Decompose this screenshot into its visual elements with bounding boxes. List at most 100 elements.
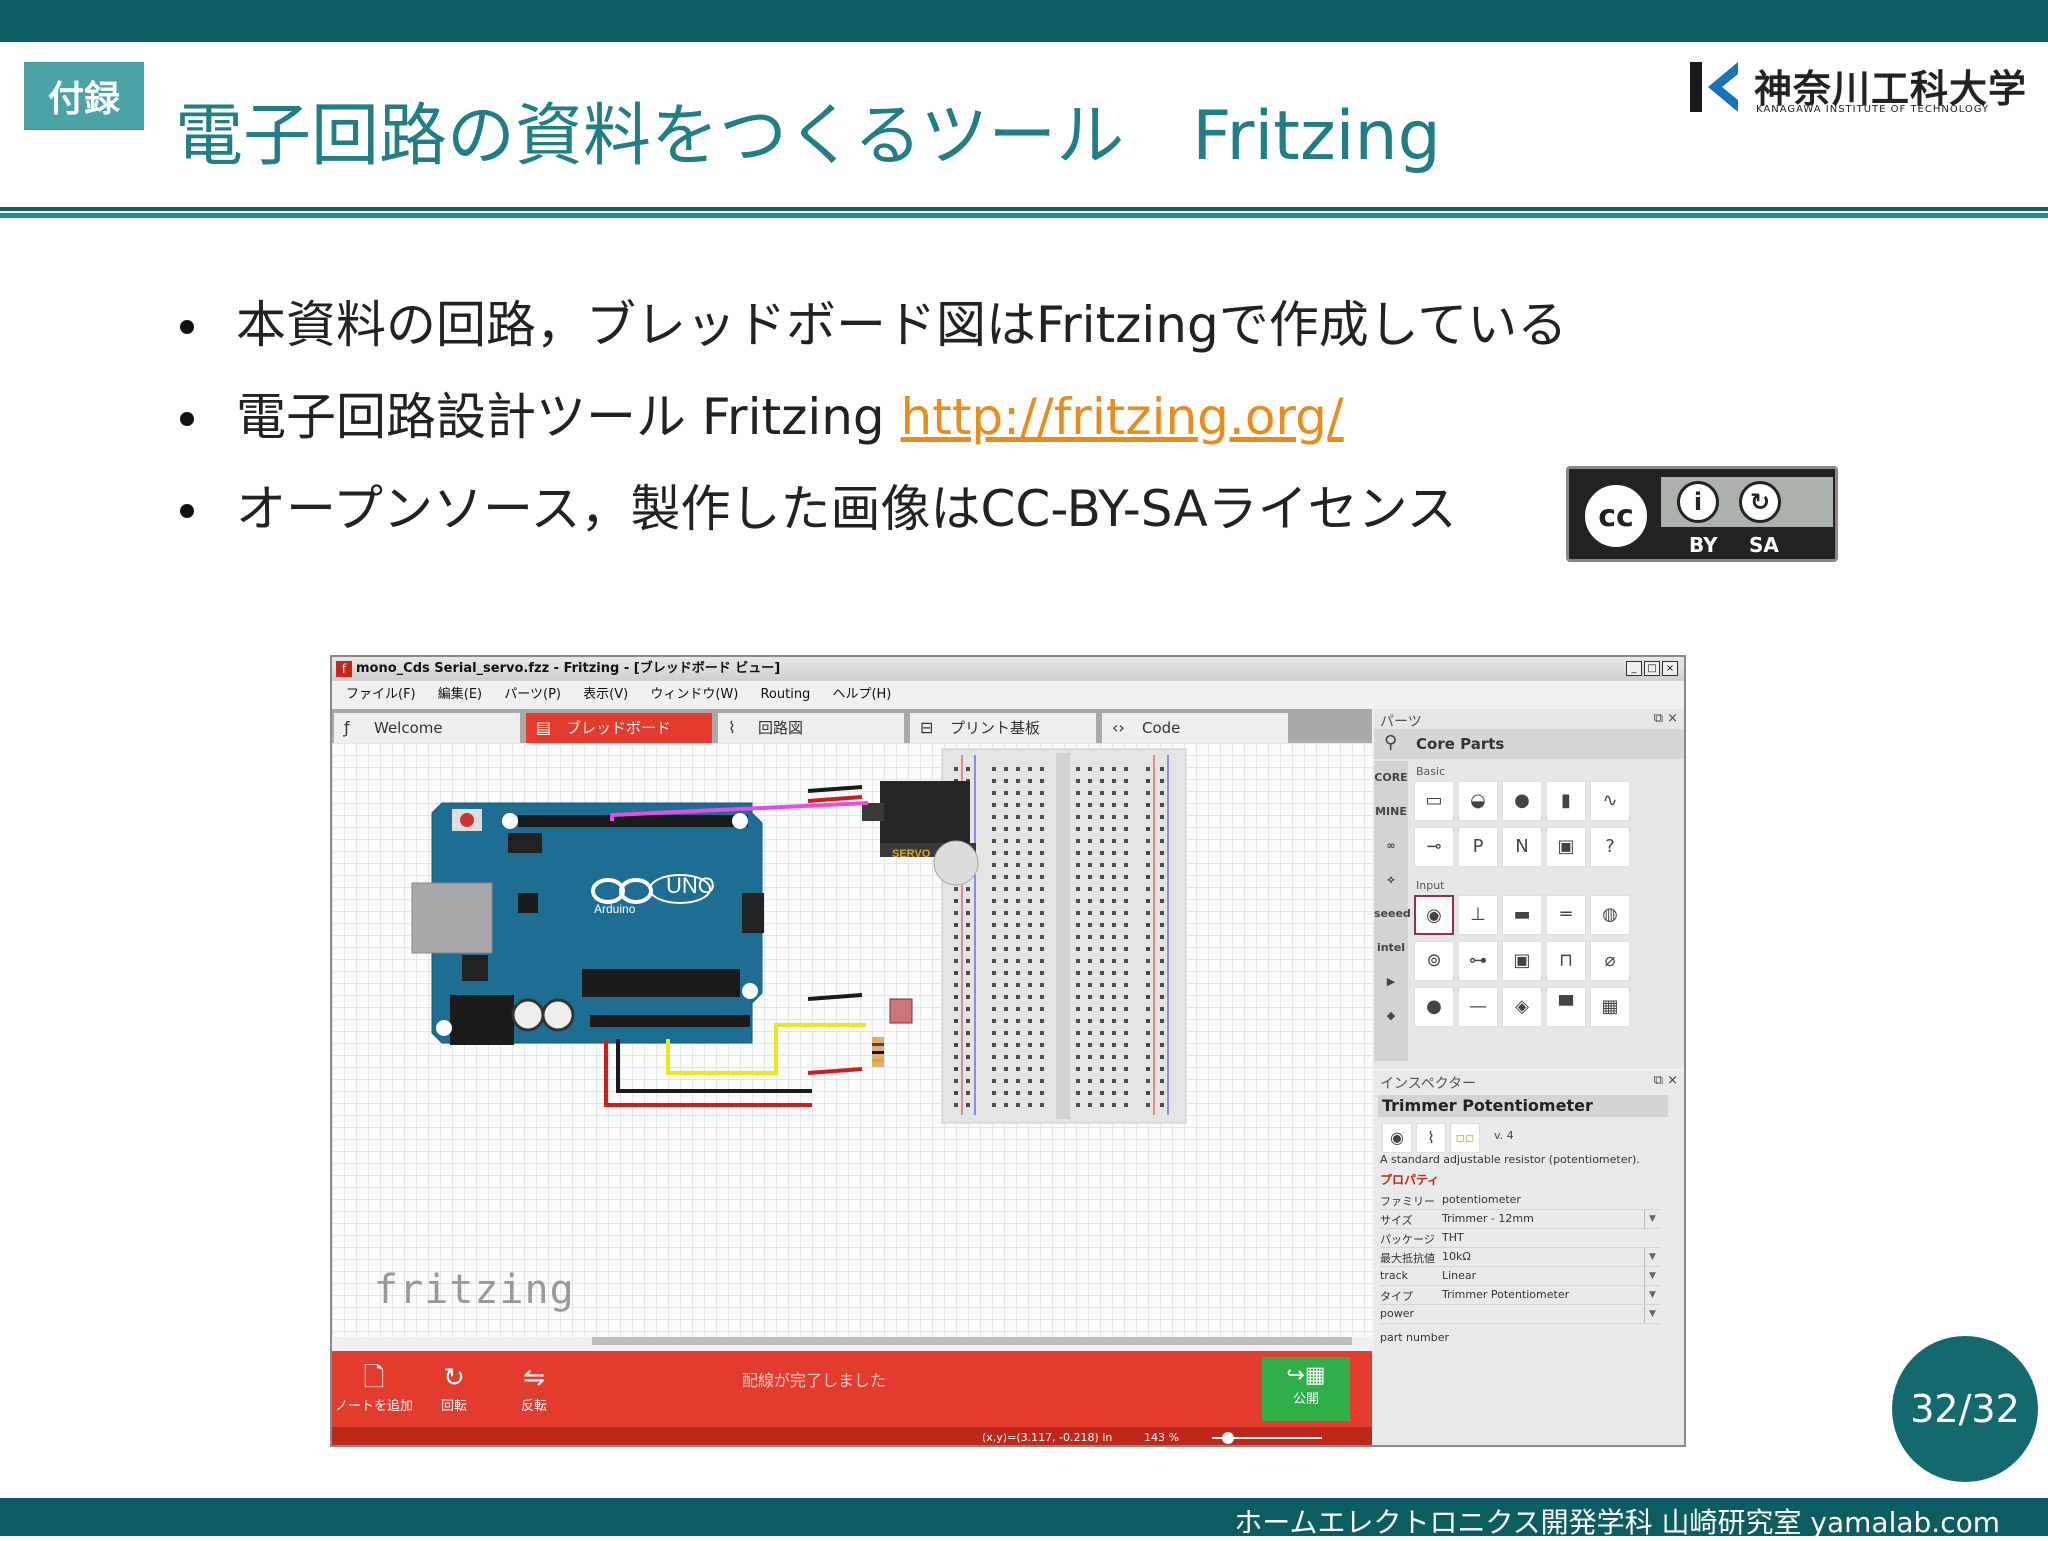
tab-welcome[interactable]: ƒ Welcome xyxy=(334,713,520,743)
property-type[interactable]: タイプ Trimmer Potentiometer ▼ xyxy=(1380,1286,1660,1305)
part-tantalum-capacitor[interactable]: ● xyxy=(1502,781,1542,821)
breadboard[interactable] xyxy=(941,748,1187,1124)
fritzing-f-icon: ƒ xyxy=(344,718,350,737)
part-sensor[interactable]: ◍ xyxy=(1590,895,1630,935)
section-input: Input xyxy=(1416,879,1445,892)
property-size[interactable]: サイズ Trimmer - 12mm ▼ xyxy=(1380,1210,1660,1229)
menu-routing[interactable]: Routing xyxy=(760,683,810,707)
slide-title: 電子回路の資料をつくるツール Fritzing xyxy=(175,97,1441,176)
part-resistor[interactable]: ▭ xyxy=(1414,781,1454,821)
part-reed-switch[interactable]: ⊶ xyxy=(1458,941,1498,981)
tab-code[interactable]: ‹› Code xyxy=(1102,713,1288,743)
tab-breadboard[interactable]: ▤ ブレッドボード xyxy=(526,713,712,743)
cc-icon: cc xyxy=(1579,479,1653,553)
part-pushbutton[interactable]: ▣ xyxy=(1502,941,1542,981)
property-max-resistance[interactable]: 最大抵抗値 10kΩ ▼ xyxy=(1380,1248,1660,1267)
bullet-text: 本資料の回路，ブレッドボード図はFritzingで作成している xyxy=(236,296,1568,354)
bin-title: Core Parts xyxy=(1416,735,1505,753)
search-icon[interactable]: ⚲ xyxy=(1384,732,1397,753)
part-mystery[interactable]: ? xyxy=(1590,827,1630,867)
publish-button[interactable]: ↪▦ 公開 xyxy=(1262,1357,1350,1421)
bin-tab-core[interactable]: CORE xyxy=(1374,761,1408,795)
close-inspector-icon[interactable]: ⧉ × xyxy=(1654,1073,1678,1088)
share-grid-icon: ↪▦ xyxy=(1286,1363,1326,1388)
university-logo: 神奈川工科大学 KANAGAWA INSTITUTE OF TECHNOLOGY xyxy=(1690,58,2026,118)
resistor[interactable] xyxy=(872,1037,884,1067)
menu-file[interactable]: ファイル(F) xyxy=(346,683,416,707)
fritzing-link[interactable]: http://fritzing.org/ xyxy=(901,388,1344,446)
photoresistor[interactable] xyxy=(889,998,913,1024)
parts-search-bar[interactable]: ⚲ Core Parts xyxy=(1374,729,1684,759)
bin-tab-arduino[interactable]: ∞ xyxy=(1374,829,1408,863)
part-diode[interactable]: ⊸ xyxy=(1414,827,1454,867)
bin-tab-play[interactable]: ▶ xyxy=(1374,965,1408,999)
chevron-down-icon[interactable]: ▼ xyxy=(1644,1248,1660,1266)
part-npn-transistor[interactable]: N xyxy=(1502,827,1542,867)
menu-parts[interactable]: パーツ(P) xyxy=(504,683,561,707)
chevron-down-icon[interactable]: ▼ xyxy=(1644,1286,1660,1304)
close-button[interactable]: × xyxy=(1662,661,1678,676)
tab-schematic[interactable]: ⌇ 回路図 xyxy=(718,713,904,743)
tab-pcb[interactable]: ⊟ プリント基板 xyxy=(910,713,1096,743)
part-pnp-transistor[interactable]: P xyxy=(1458,827,1498,867)
cc-sa-label: SA xyxy=(1749,533,1779,557)
part-microphone[interactable]: ● xyxy=(1414,987,1454,1027)
property-power[interactable]: power ▼ xyxy=(1380,1305,1660,1324)
part-rotary-potentiometer[interactable]: ⊥ xyxy=(1458,895,1498,935)
rotate-button[interactable]: ↻ 回転 xyxy=(414,1361,494,1414)
part-ceramic-capacitor[interactable]: ◒ xyxy=(1458,781,1498,821)
bin-tab-other[interactable]: ◆ xyxy=(1374,999,1408,1033)
part-version: v. 4 xyxy=(1494,1129,1514,1142)
bin-tab-intel[interactable]: intel xyxy=(1374,931,1408,965)
property-track[interactable]: track Linear ▼ xyxy=(1380,1267,1660,1286)
zoom-slider-handle[interactable] xyxy=(1222,1432,1234,1444)
view-tabs: ƒ Welcome ▤ ブレッドボード ⌇ 回路図 ⊟ プリント基板 ‹› Code xyxy=(332,709,1372,743)
part-slide-potentiometer[interactable]: ▬ xyxy=(1502,895,1542,935)
breadboard-icon: ▤ xyxy=(536,718,552,737)
arduino-uno-board[interactable] xyxy=(411,802,764,1045)
maximize-button[interactable]: □ xyxy=(1644,661,1660,676)
servo-motor[interactable] xyxy=(862,781,979,886)
menu-help[interactable]: ヘルプ(H) xyxy=(832,683,891,707)
part-description: A standard adjustable resistor (potentio… xyxy=(1380,1153,1640,1166)
menu-window[interactable]: ウィンドウ(W) xyxy=(650,683,738,707)
part-breakout-board[interactable]: ▦ xyxy=(1590,987,1630,1027)
chevron-down-icon[interactable]: ▼ xyxy=(1644,1210,1660,1228)
bin-tab-mine[interactable]: MINE xyxy=(1374,795,1408,829)
chevron-down-icon[interactable]: ▼ xyxy=(1644,1267,1660,1285)
section-basic: Basic xyxy=(1416,765,1446,778)
part-electrolytic-capacitor[interactable]: ▮ xyxy=(1546,781,1586,821)
flip-button[interactable]: ⇋ 反転 xyxy=(494,1361,574,1414)
status-bar: (x,y)=(3.117, -0.218) in 143 % xyxy=(332,1427,1372,1445)
footer-bar: ホームエレクトロニクス開発学科 山崎研究室 yamalab.com xyxy=(0,1498,2048,1539)
circuit-drawing: UNO Arduino SERVO xyxy=(411,748,1187,1124)
horizontal-scrollbar[interactable] xyxy=(592,1337,1352,1345)
bin-tab-contrib[interactable]: ⟡ xyxy=(1374,863,1408,897)
part-ir-sensor[interactable]: ▀ xyxy=(1546,987,1586,1027)
close-panel-icon[interactable]: ⧉ × xyxy=(1654,711,1678,726)
part-tilt-sensor[interactable]: ⌀ xyxy=(1590,941,1630,981)
bullet-text: 電子回路設計ツール Fritzing xyxy=(236,388,901,446)
breadboard-canvas[interactable]: UNO Arduino SERVO fritzing xyxy=(332,743,1372,1337)
menu-edit[interactable]: 編集(E) xyxy=(438,683,482,707)
bullet-list: 本資料の回路，ブレッドボード図はFritzingで作成している 電子回路設計ツー… xyxy=(170,290,1570,566)
servo-label: SERVO xyxy=(892,848,931,860)
top-bar xyxy=(0,0,2048,42)
fritzing-app-icon: f xyxy=(336,661,352,677)
part-trimmer-potentiometer[interactable]: ◉ xyxy=(1414,895,1454,935)
part-rotary-encoder[interactable]: ⊚ xyxy=(1414,941,1454,981)
bin-tab-seeed[interactable]: seeed xyxy=(1374,897,1411,931)
part-inductor[interactable]: ∿ xyxy=(1590,781,1630,821)
part-toggle-switch[interactable]: ⊓ xyxy=(1546,941,1586,981)
bin-tabs: CORE MINE ∞ ⟡ seeed intel ▶ ◆ xyxy=(1374,761,1411,1061)
inspector-part-name: Trimmer Potentiometer xyxy=(1378,1095,1668,1117)
add-note-button[interactable]: 🗋 ノートを追加 xyxy=(334,1361,414,1414)
part-slider[interactable]: ═ xyxy=(1546,895,1586,935)
part-photocell[interactable]: ◈ xyxy=(1502,987,1542,1027)
minimize-button[interactable]: _ xyxy=(1626,661,1642,676)
part-voltage-regulator[interactable]: ▣ xyxy=(1546,827,1586,867)
part-wire[interactable]: — xyxy=(1458,987,1498,1027)
menu-view[interactable]: 表示(V) xyxy=(583,683,628,707)
chevron-down-icon[interactable]: ▼ xyxy=(1644,1305,1660,1323)
inspector-panel: インスペクター ⧉ × Trimmer Potentiometer ◉ ⌇ ▫▫… xyxy=(1374,1071,1684,1445)
